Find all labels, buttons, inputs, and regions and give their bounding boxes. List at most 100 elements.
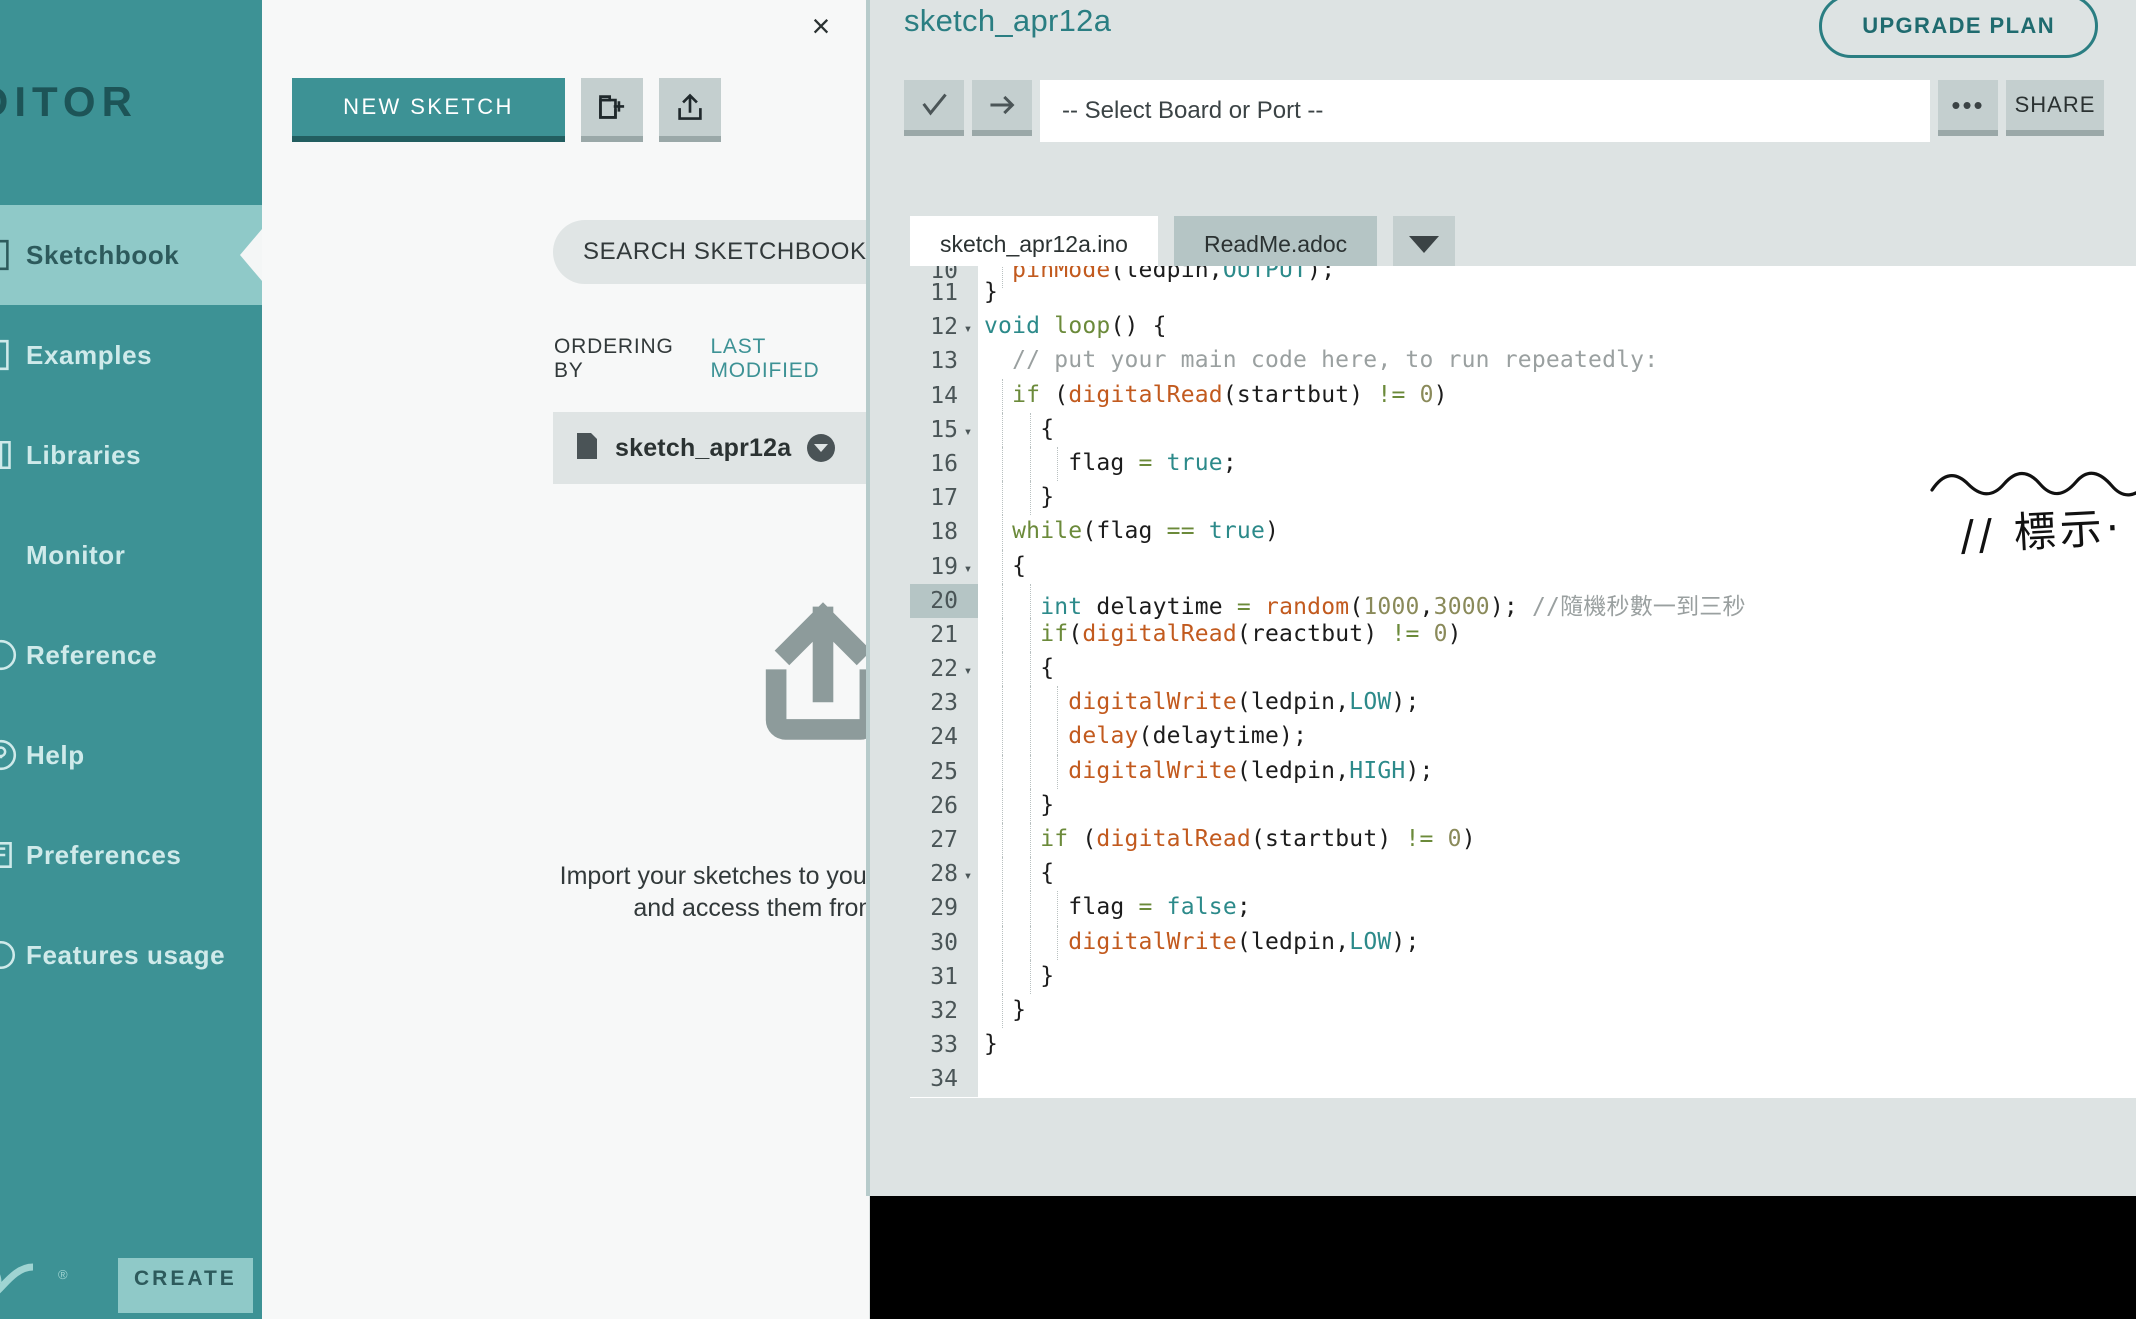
line-number: 12	[930, 314, 958, 341]
new-folder-button[interactable]	[581, 78, 643, 142]
line-number: 32	[930, 997, 958, 1024]
code-line[interactable]: 17 }	[910, 481, 2136, 516]
code-line[interactable]: 29 flag = false;	[910, 891, 2136, 926]
code-line[interactable]: 13 // put your main code here, to run re…	[910, 344, 2136, 379]
sketch-name: sketch_apr12a	[615, 433, 792, 462]
fold-toggle[interactable]	[958, 926, 978, 937]
code-line-text: if(digitalRead(reactbut) != 0)	[1040, 620, 1462, 647]
fold-toggle[interactable]	[958, 447, 978, 458]
code-line-text: }	[984, 1031, 999, 1058]
create-badge: CREATE	[118, 1258, 253, 1313]
close-icon[interactable]: ×	[801, 6, 841, 46]
fold-toggle[interactable]	[958, 618, 978, 629]
code-line[interactable]: 10 pinMode(ledpin,OUTPUT);	[910, 266, 2136, 289]
code-line[interactable]: 12 ▾ void loop() {	[910, 310, 2136, 345]
fold-toggle[interactable]	[958, 823, 978, 834]
code-line[interactable]: 27 if (digitalRead(startbut) != 0)	[910, 823, 2136, 858]
code-line[interactable]: 31 }	[910, 959, 2136, 994]
code-line[interactable]: 25 digitalWrite(ledpin,HIGH);	[910, 754, 2136, 789]
code-line-text: while(flag == true)	[1012, 518, 1280, 545]
more-options-button[interactable]: •••	[1938, 80, 1998, 136]
code-line[interactable]: 18 while(flag == true)	[910, 515, 2136, 550]
upgrade-plan-button[interactable]: UPGRADE PLAN	[1819, 0, 2098, 58]
sidebar-item-monitor[interactable]: Monitor	[0, 505, 262, 605]
import-sketch-button[interactable]	[659, 78, 721, 142]
sidebar-item-examples[interactable]: Examples	[0, 305, 262, 405]
share-button[interactable]: SHARE	[2006, 80, 2104, 136]
arduino-create-logo: ® CREATE	[0, 1253, 253, 1313]
code-line[interactable]: 33}	[910, 1028, 2136, 1063]
line-number: 26	[930, 792, 958, 819]
verify-button[interactable]	[904, 80, 964, 136]
fold-toggle[interactable]	[958, 1028, 978, 1039]
line-number: 18	[930, 519, 958, 546]
line-number: 23	[930, 690, 958, 717]
sidebar-item-help[interactable]: Help	[0, 705, 262, 805]
tabs-dropdown-button[interactable]	[1393, 216, 1456, 272]
code-line[interactable]: 22 ▾ {	[910, 652, 2136, 687]
fold-toggle[interactable]	[958, 344, 978, 355]
fold-toggle[interactable]	[958, 891, 978, 902]
code-line[interactable]: 16 flag = true;	[910, 446, 2136, 482]
code-line[interactable]: 14 if (digitalRead(startbut) != 0)	[910, 378, 2136, 413]
code-line[interactable]: 30 digitalWrite(ledpin,LOW);	[910, 925, 2136, 960]
sidebar-item-reference[interactable]: Reference	[0, 605, 262, 705]
sidebar-item-label: Features usage	[26, 939, 226, 970]
sketchbook-panel: × NEW SKETCH SEARCH SKETCHBOOK ORDERING …	[262, 0, 1093, 1319]
fold-toggle[interactable]	[958, 515, 978, 526]
code-editor[interactable]: 10 pinMode(ledpin,OUTPUT); 11} 12 ▾ void loo…	[910, 266, 2136, 1098]
code-line[interactable]: 15 ▾ {	[910, 412, 2136, 447]
fold-toggle[interactable]: ▾	[958, 310, 978, 337]
line-number: 21	[930, 621, 958, 648]
line-number: 31	[930, 963, 958, 990]
new-sketch-button[interactable]: NEW SKETCH	[292, 78, 565, 142]
code-line[interactable]: 34	[910, 1062, 2136, 1097]
sidebar-item-preferences[interactable]: Preferences	[0, 805, 262, 905]
code-line[interactable]: 21 if(digitalRead(reactbut) != 0)	[910, 617, 2136, 653]
tab-readme-adoc[interactable]: ReadMe.adoc	[1173, 216, 1378, 272]
tab-sketch-apr12a-ino[interactable]: sketch_apr12a.ino	[910, 216, 1158, 272]
fold-toggle[interactable]: ▾	[958, 652, 978, 679]
fold-toggle[interactable]: ▾	[958, 857, 978, 884]
line-number: 22	[930, 656, 958, 683]
fold-toggle[interactable]: ▾	[958, 550, 978, 577]
chevron-down-icon[interactable]	[807, 434, 836, 462]
ordering-value[interactable]: LAST MODIFIED	[710, 335, 869, 383]
sidebar-brand: EDITOR	[0, 78, 138, 125]
fold-toggle[interactable]	[958, 379, 978, 390]
fold-toggle[interactable]	[958, 789, 978, 800]
code-line[interactable]: 32 }	[910, 993, 2136, 1029]
code-line[interactable]: 20 int delaytime = random(1000,3000); //…	[910, 583, 2136, 620]
line-number: 29	[930, 895, 958, 922]
sidebar-item-sketchbook[interactable]: Sketchbook	[0, 205, 262, 305]
fold-toggle[interactable]	[958, 720, 978, 731]
code-line[interactable]: 23 digitalWrite(ledpin,LOW);	[910, 686, 2136, 721]
code-line[interactable]: 26 }	[910, 788, 2136, 823]
code-line[interactable]: 24 delay(delaytime);	[910, 720, 2136, 755]
line-number: 24	[930, 724, 958, 751]
features-icon	[0, 938, 18, 972]
code-line[interactable]: 28 ▾ {	[910, 857, 2136, 892]
fold-toggle[interactable]	[958, 960, 978, 971]
code-line-text: {	[984, 655, 1055, 682]
code-line-text: {	[984, 415, 1055, 442]
fold-toggle[interactable]	[958, 686, 978, 697]
page-title: sketch_apr12a	[904, 3, 1112, 38]
fold-toggle[interactable]	[958, 755, 978, 766]
fold-toggle[interactable]	[958, 1062, 978, 1073]
sidebar-item-libraries[interactable]: Libraries	[0, 405, 262, 505]
upload-button[interactable]	[972, 80, 1032, 136]
board-port-select[interactable]: -- Select Board or Port --	[1040, 80, 1930, 142]
fold-toggle[interactable]	[958, 481, 978, 492]
sidebar-item-features-usage[interactable]: Features usage	[0, 905, 262, 1005]
fold-toggle[interactable]	[958, 276, 978, 287]
line-number: 11	[930, 280, 958, 306]
line-number: 30	[930, 929, 958, 956]
fold-toggle[interactable]	[958, 994, 978, 1005]
fold-toggle[interactable]: ▾	[958, 413, 978, 440]
line-number: 25	[930, 758, 958, 785]
code-line[interactable]: 11}	[910, 276, 2136, 311]
code-line[interactable]: 19 ▾ {	[910, 549, 2136, 584]
fold-toggle[interactable]	[958, 584, 978, 595]
code-line-text: void loop() {	[984, 313, 1167, 340]
